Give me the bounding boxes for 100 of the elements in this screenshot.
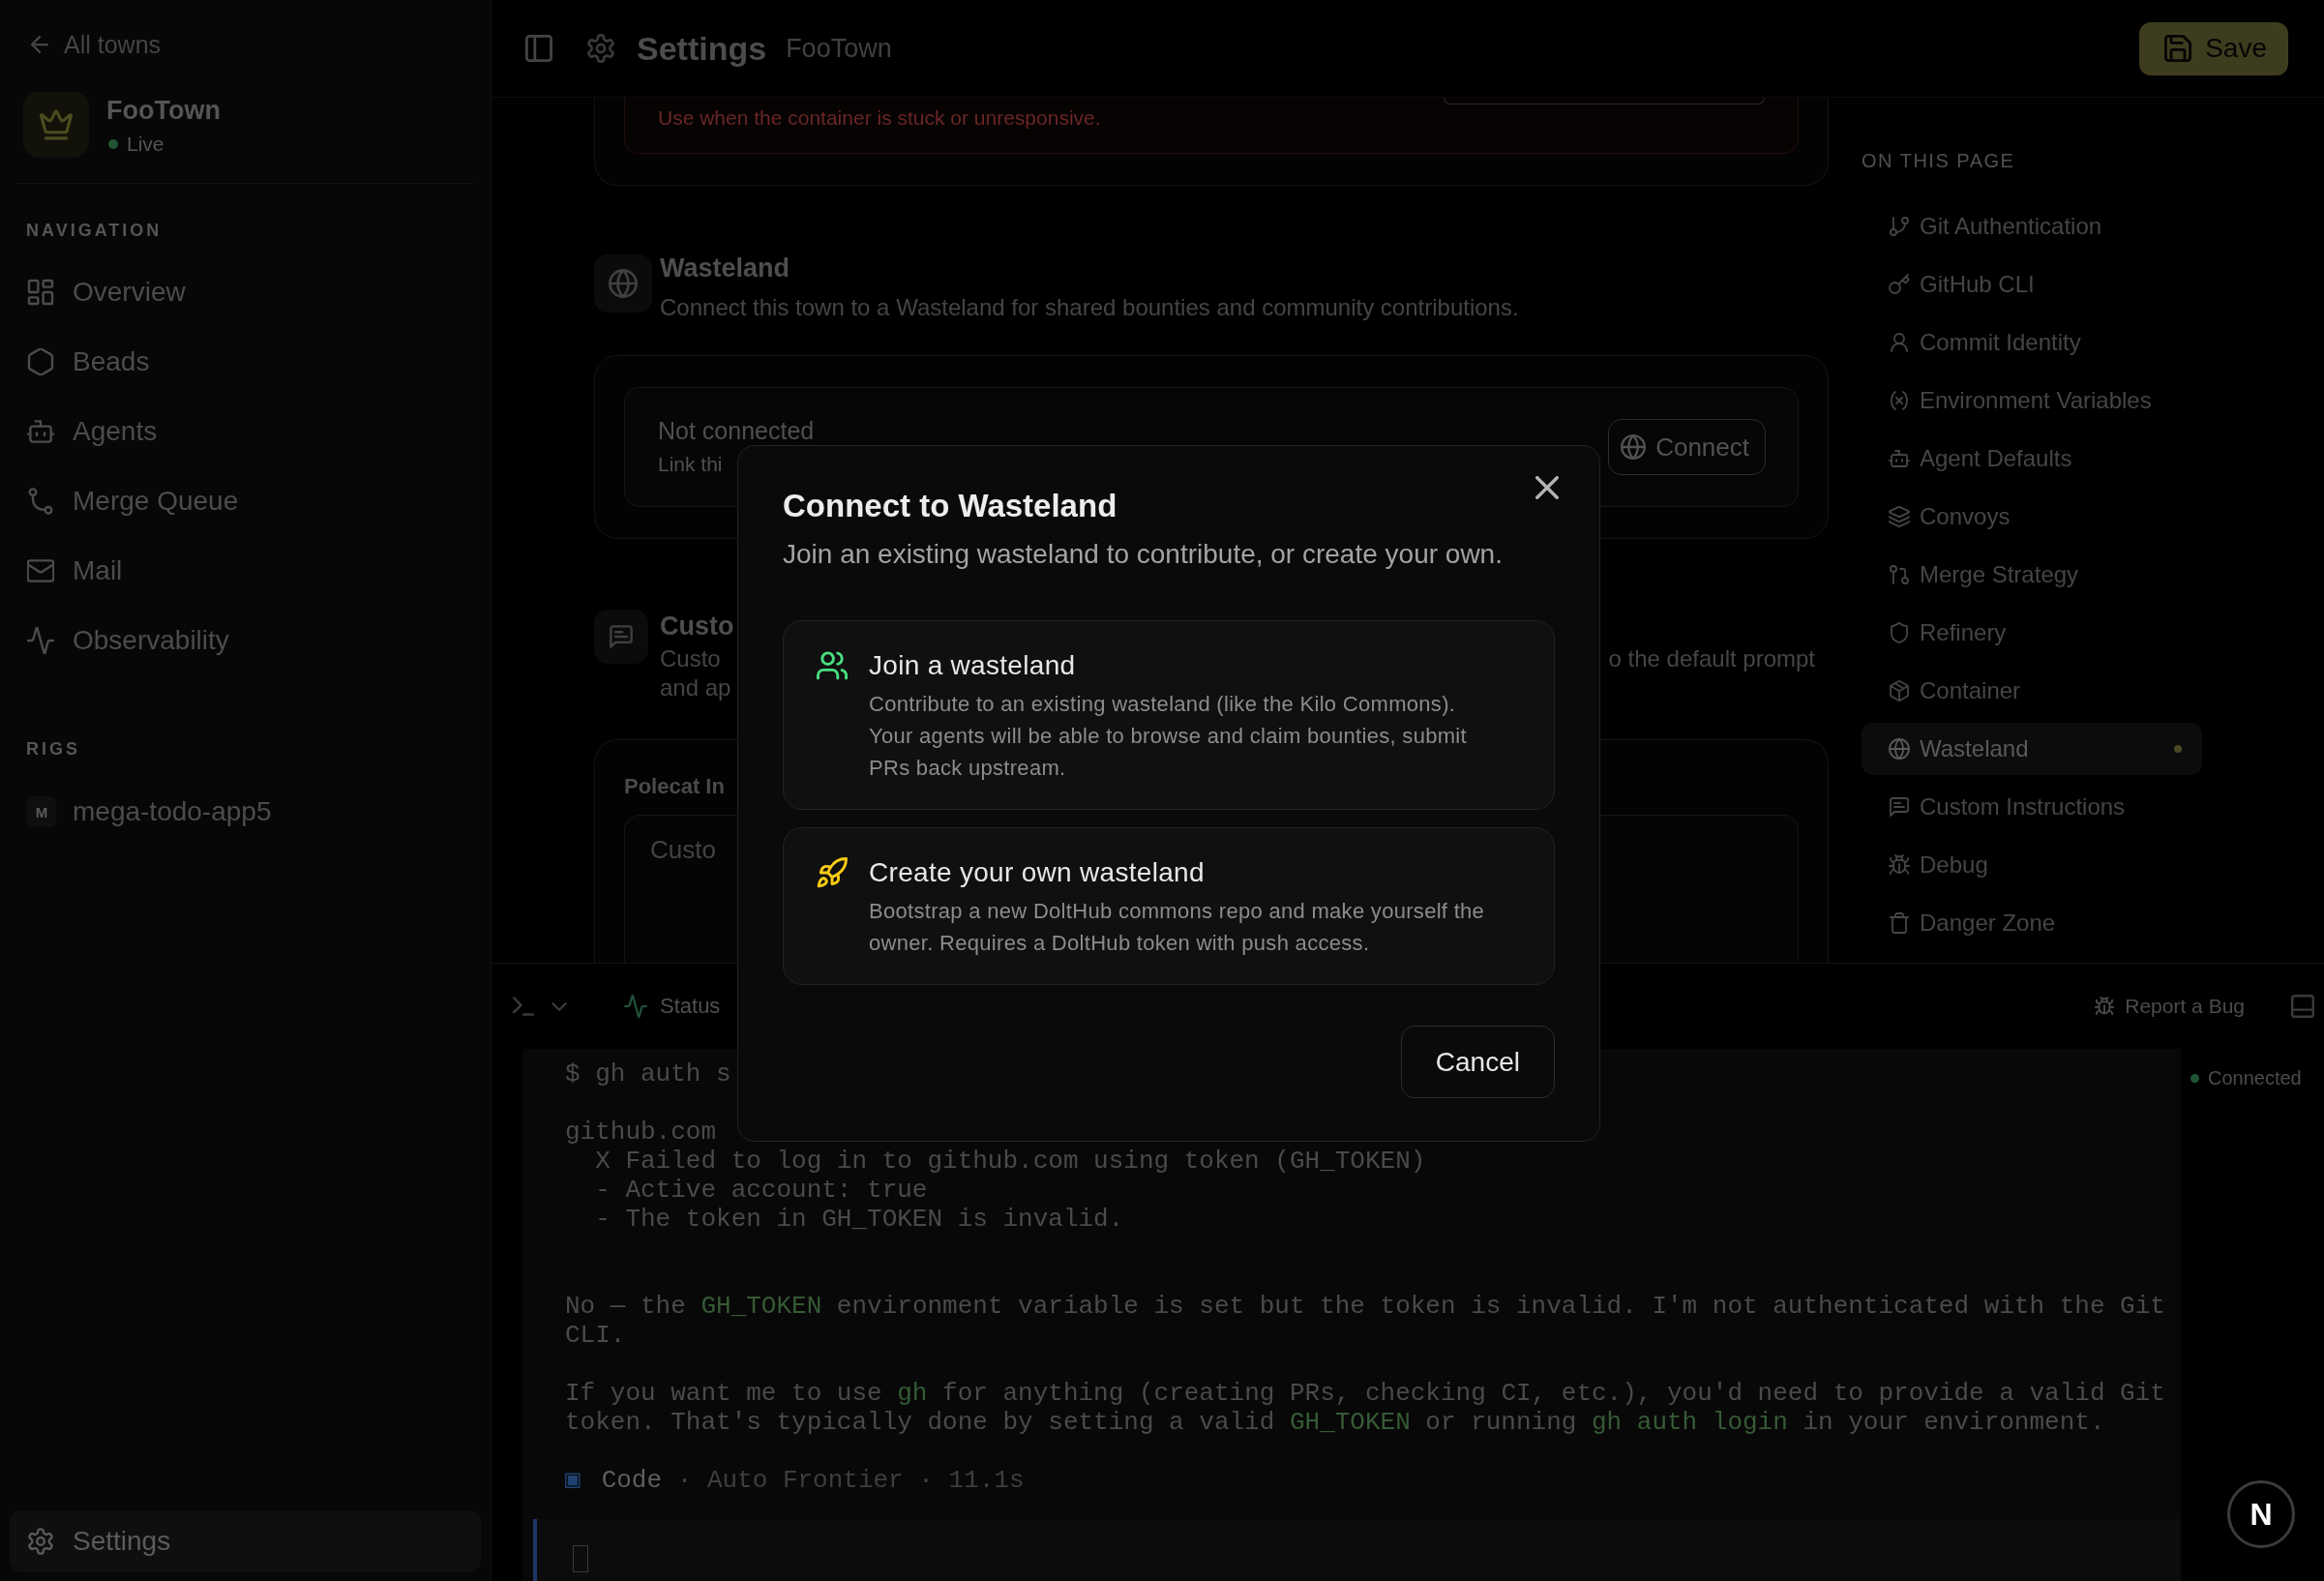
terminal-line: token. That's typically done by setting a valid GH_TOKEN or running gh auth login in your environment. bbox=[565, 1408, 2105, 1437]
option-title: Create your own wasteland bbox=[869, 856, 1205, 889]
section-description: and ap bbox=[660, 673, 731, 702]
branch-icon bbox=[1889, 216, 1910, 237]
page-section-link[interactable]: Refinery bbox=[1862, 607, 2202, 659]
rig-initial: M bbox=[27, 796, 56, 827]
page-section-link[interactable]: Merge Strategy bbox=[1862, 549, 2202, 601]
page-section-link[interactable]: Git Authentication bbox=[1862, 200, 2202, 253]
globe-icon bbox=[594, 254, 652, 313]
connection-dot-icon bbox=[2190, 1073, 2199, 1083]
chevron-down-icon bbox=[551, 1000, 567, 1012]
terminal-line: If you want me to use gh for anything (creating PRs, checking CI, etc.), you'd need to provide a valid Git bbox=[565, 1379, 2165, 1408]
nav-item[interactable]: Mail bbox=[10, 542, 481, 600]
section-description: o the default prompt bbox=[1608, 644, 1815, 673]
warning-note: Use when the container is stuck or unresponsive. bbox=[658, 107, 1101, 129]
field-label: Polecat In bbox=[624, 773, 725, 800]
key-icon bbox=[1889, 274, 1910, 295]
terminal-icon bbox=[513, 997, 534, 1016]
option-card[interactable]: Create your own wasteland Bootstrap a new DoltHub commons repo and make yourself the owner. Requires a DoltHub token with push access. bbox=[783, 827, 1555, 985]
gear-icon bbox=[27, 1528, 54, 1555]
trash-icon bbox=[1889, 912, 1910, 934]
mail-icon bbox=[27, 557, 54, 584]
nav-item[interactable]: Beads bbox=[10, 333, 481, 391]
section-title: Custo bbox=[660, 611, 734, 642]
connect-button[interactable]: Connect bbox=[1608, 419, 1766, 475]
page-section-link[interactable]: Wasteland bbox=[1862, 723, 2202, 775]
robot-icon bbox=[1889, 448, 1910, 469]
dialog-title: Connect to Wasteland bbox=[783, 487, 1117, 525]
section-description: Connect this town to a Wasteland for shared bounties and community contributions. bbox=[660, 293, 1519, 322]
message-icon bbox=[594, 610, 648, 664]
activity-icon bbox=[624, 995, 647, 1018]
prompt-input[interactable] bbox=[533, 1519, 2181, 1581]
option-card[interactable]: Join a wasteland Contribute to an existing wasteland (like the Kilo Commons). Your agents will be able to browse and claim bounties, submit PRs back upstream. bbox=[783, 620, 1555, 810]
people-icon bbox=[817, 650, 848, 681]
nav-item[interactable]: Merge Queue bbox=[10, 472, 481, 530]
person-icon bbox=[1889, 332, 1910, 353]
page-section-link[interactable]: Commit Identity bbox=[1862, 316, 2202, 369]
page-section-link[interactable]: Custom Instructions bbox=[1862, 781, 2202, 833]
status-title: Not connected bbox=[658, 418, 815, 443]
page-section-link[interactable]: Danger Zone bbox=[1862, 897, 2202, 949]
mode-mark: ▣ bbox=[565, 1466, 581, 1495]
connection-status: Connected bbox=[2208, 1066, 2302, 1089]
town-name: FooTown bbox=[106, 95, 221, 126]
dialog-subtitle: Join an existing wasteland to contribute, or create your own. bbox=[783, 538, 1503, 571]
section-heading: NAVIGATION bbox=[25, 220, 163, 241]
current-dot-icon bbox=[2174, 745, 2182, 753]
nav-item[interactable]: Agents bbox=[10, 403, 481, 461]
page-title: Settings bbox=[637, 29, 767, 68]
robot-icon bbox=[27, 418, 54, 445]
terminal-line: github.com bbox=[565, 1118, 717, 1147]
terminal-line: - Active account: true bbox=[594, 1176, 928, 1205]
terminal-line: No — the GH_TOKEN environment variable is set but the token is invalid. I'm not authenticated with the Git bbox=[565, 1292, 2165, 1321]
nav-item[interactable]: Settings bbox=[10, 1510, 481, 1572]
section-description: Custo bbox=[660, 644, 721, 673]
page-section-link[interactable]: Container bbox=[1862, 665, 2202, 717]
hexagon-icon bbox=[27, 348, 54, 375]
cancel-button[interactable]: Cancel bbox=[1400, 1026, 1555, 1098]
terminal-line: - The token in GH_TOKEN is invalid. bbox=[594, 1205, 1124, 1234]
section-heading: RIGS bbox=[25, 738, 80, 760]
globe-icon bbox=[1889, 738, 1910, 760]
page-section-link[interactable]: GitHub CLI bbox=[1862, 258, 2202, 311]
terminal-line: X Failed to log in to github.com using token (GH_TOKEN) bbox=[594, 1147, 1426, 1176]
option-title: Join a wasteland bbox=[869, 649, 1076, 682]
message-icon bbox=[1889, 796, 1910, 818]
terminal-line: CLI. bbox=[565, 1321, 626, 1350]
page-subtitle: FooTown bbox=[786, 33, 892, 64]
activity-icon bbox=[27, 627, 54, 654]
save-button[interactable]: Save bbox=[2139, 21, 2288, 75]
nav-item[interactable]: Overview bbox=[10, 263, 481, 321]
option-description: Bootstrap a new DoltHub commons repo and make yourself the owner. Requires a DoltHub token with push access. bbox=[869, 898, 1486, 957]
option-description: Contribute to an existing wasteland (like the Kilo Commons). Your agents will be able to browse and claim bounties, submit PRs back upstream. bbox=[869, 691, 1468, 782]
report-bug-button[interactable]: Report a Bug bbox=[2095, 995, 2245, 1018]
panel-toggle-icon[interactable] bbox=[2291, 995, 2314, 1018]
close-icon[interactable] bbox=[1535, 476, 1559, 499]
status-dot-icon bbox=[108, 139, 118, 149]
save-icon bbox=[2164, 35, 2192, 62]
status-tab[interactable]: Status bbox=[624, 994, 721, 1019]
page-section-link[interactable]: Debug bbox=[1862, 839, 2202, 891]
variable-icon bbox=[1889, 390, 1910, 411]
page-section-link[interactable]: Agent Defaults bbox=[1862, 433, 2202, 485]
status-detail: Link thi bbox=[658, 453, 723, 476]
sidebar-toggle-icon[interactable] bbox=[525, 35, 552, 62]
nav-item[interactable]: Observability bbox=[10, 612, 481, 670]
crown-icon bbox=[23, 92, 89, 158]
page-section-link[interactable]: Environment Variables bbox=[1862, 374, 2202, 427]
page-section-link[interactable]: Convoys bbox=[1862, 491, 2202, 543]
section-title: Wasteland bbox=[660, 253, 790, 284]
grid-icon bbox=[27, 279, 54, 306]
back-link[interactable]: All towns bbox=[10, 30, 162, 59]
layers-icon bbox=[1889, 506, 1910, 527]
branch-icon bbox=[27, 488, 54, 515]
terminal-menu-button[interactable] bbox=[513, 997, 567, 1016]
cursor-icon bbox=[573, 1545, 588, 1572]
bug-icon bbox=[2095, 997, 2115, 1016]
section-heading: ON THIS PAGE bbox=[1862, 151, 2015, 170]
merge-icon bbox=[1889, 564, 1910, 585]
shield-icon bbox=[1889, 622, 1910, 643]
box-icon bbox=[1889, 680, 1910, 701]
gear-icon bbox=[586, 34, 615, 63]
rig-item[interactable]: M mega-todo-app5 bbox=[10, 783, 481, 841]
